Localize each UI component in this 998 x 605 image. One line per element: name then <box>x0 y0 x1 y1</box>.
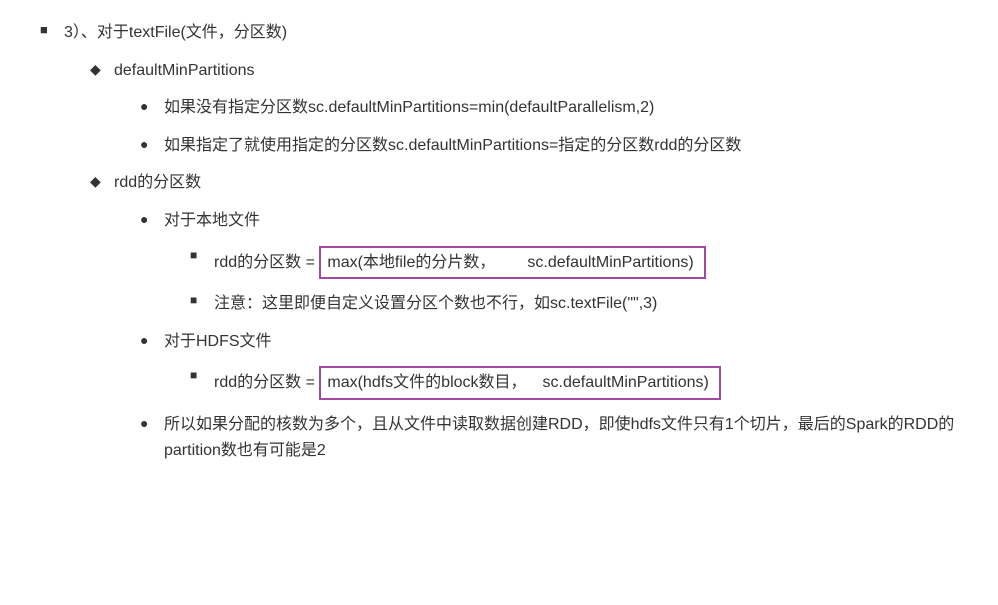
list-text: 对于本地文件 <box>164 208 978 234</box>
list-item-l2: ◆ rdd的分区数 <box>90 170 978 196</box>
bullet-disc-icon: ● <box>140 95 164 117</box>
highlight-box: max(hdfs文件的block数目， sc.defaultMinPartiti… <box>319 366 720 400</box>
highlight-box: max(本地file的分片数， sc.defaultMinPartitions) <box>319 246 705 280</box>
bullet-small-square-icon: ■ <box>190 246 214 265</box>
bullet-small-square-icon: ■ <box>190 366 214 385</box>
list-text: 如果指定了就使用指定的分区数sc.defaultMinPartitions=指定… <box>164 133 978 159</box>
list-text: rdd的分区数 <box>114 170 978 196</box>
list-item-l3: ● 对于HDFS文件 <box>140 329 978 355</box>
bullet-diamond-icon: ◆ <box>90 58 114 80</box>
list-item-l3: ● 对于本地文件 <box>140 208 978 234</box>
list-text: rdd的分区数 = max(本地file的分片数， sc.defaultMinP… <box>214 246 978 280</box>
bullet-diamond-icon: ◆ <box>90 170 114 192</box>
bullet-disc-icon: ● <box>140 412 164 434</box>
formula-prefix: rdd的分区数 = <box>214 250 315 276</box>
list-text: 3）、对于textFile(文件，分区数) <box>64 20 978 46</box>
bullet-disc-icon: ● <box>140 133 164 155</box>
list-text: 如果没有指定分区数sc.defaultMinPartitions=min(def… <box>164 95 978 121</box>
list-item-l4: ■ rdd的分区数 = max(hdfs文件的block数目， sc.defau… <box>190 366 978 400</box>
list-item-l4: ■ rdd的分区数 = max(本地file的分片数， sc.defaultMi… <box>190 246 978 280</box>
list-item-l2: ◆ defaultMinPartitions <box>90 58 978 84</box>
bullet-disc-icon: ● <box>140 208 164 230</box>
list-item-l3: ● 所以如果分配的核数为多个，且从文件中读取数据创建RDD，即使hdfs文件只有… <box>140 412 978 463</box>
bullet-square-icon: ■ <box>40 20 64 41</box>
list-text: defaultMinPartitions <box>114 58 978 84</box>
list-text: 对于HDFS文件 <box>164 329 978 355</box>
bullet-small-square-icon: ■ <box>190 291 214 310</box>
list-item-l1: ■ 3）、对于textFile(文件，分区数) <box>40 20 978 46</box>
formula-prefix: rdd的分区数 = <box>214 370 315 396</box>
bullet-disc-icon: ● <box>140 329 164 351</box>
list-item-l3: ● 如果没有指定分区数sc.defaultMinPartitions=min(d… <box>140 95 978 121</box>
list-text: 注意：这里即便自定义设置分区个数也不行，如sc.textFile("",3) <box>214 291 978 317</box>
list-item-l3: ● 如果指定了就使用指定的分区数sc.defaultMinPartitions=… <box>140 133 978 159</box>
list-item-l4: ■ 注意：这里即便自定义设置分区个数也不行，如sc.textFile("",3) <box>190 291 978 317</box>
list-text: rdd的分区数 = max(hdfs文件的block数目， sc.default… <box>214 366 978 400</box>
list-text: 所以如果分配的核数为多个，且从文件中读取数据创建RDD，即使hdfs文件只有1个… <box>164 412 978 463</box>
